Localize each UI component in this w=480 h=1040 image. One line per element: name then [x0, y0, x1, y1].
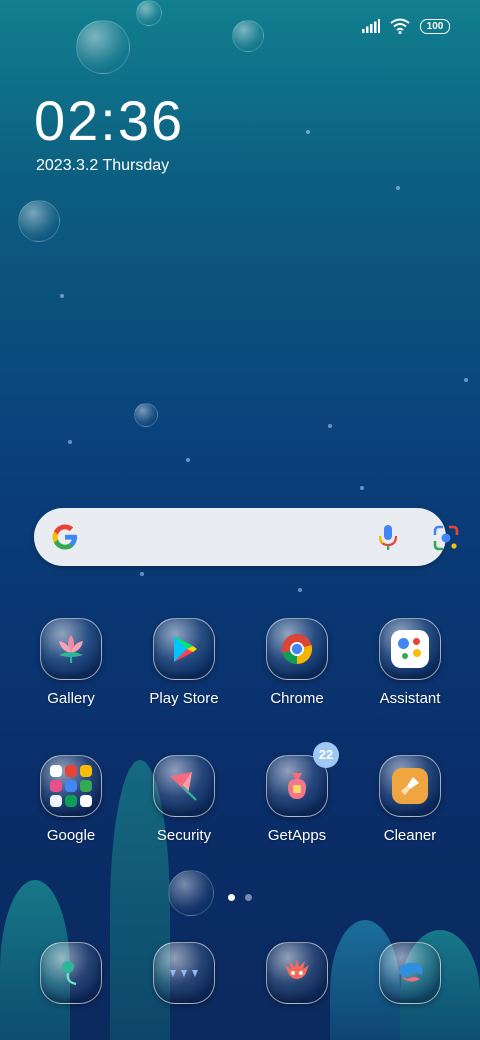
assistant-icon	[379, 618, 441, 680]
google-logo-icon	[52, 524, 77, 550]
signal-icon	[362, 19, 380, 33]
app-label: Cleaner	[383, 827, 437, 844]
app-cleaner[interactable]: Cleaner	[360, 755, 460, 844]
cleaner-brush-icon	[379, 755, 441, 817]
google-lens-icon[interactable]	[432, 524, 460, 552]
page-dot[interactable]	[245, 894, 252, 901]
chrome-icon	[266, 618, 328, 680]
status-bar: 100	[362, 18, 450, 34]
dock-app-camera[interactable]	[360, 942, 460, 1004]
dock-app-browser[interactable]	[247, 942, 347, 1004]
app-label: Assistant	[379, 690, 441, 707]
page-dot-active[interactable]	[228, 894, 235, 901]
dots-icon	[153, 942, 215, 1004]
google-search-bar[interactable]	[34, 508, 459, 566]
app-security[interactable]: Security	[134, 755, 234, 844]
clock-date[interactable]: 2023.3.2 Thursday	[36, 157, 169, 175]
app-assistant[interactable]: Assistant	[360, 618, 460, 707]
microphone-icon[interactable]	[376, 524, 400, 552]
page-indicator[interactable]	[0, 894, 480, 901]
clock-time[interactable]: 02:36	[34, 88, 184, 153]
dolphin-icon	[379, 942, 441, 1004]
app-chrome[interactable]: Chrome	[247, 618, 347, 707]
app-folder-google[interactable]: Google	[21, 755, 121, 844]
app-label: Play Store	[149, 690, 219, 707]
notification-badge: 22	[313, 742, 339, 768]
dock-app-phone[interactable]	[21, 942, 121, 1004]
security-umbrella-icon	[153, 755, 215, 817]
wifi-icon	[390, 18, 410, 34]
app-play-store[interactable]: Play Store	[134, 618, 234, 707]
dragon-icon	[266, 942, 328, 1004]
battery-indicator: 100	[420, 18, 450, 34]
dock-app-messages[interactable]	[134, 942, 234, 1004]
flower-sprout-icon	[40, 942, 102, 1004]
app-label: Chrome	[270, 690, 324, 707]
gallery-lotus-icon	[40, 618, 102, 680]
app-label: Gallery	[47, 690, 95, 707]
google-folder-icon	[40, 755, 102, 817]
app-label: GetApps	[267, 827, 327, 844]
app-label: Security	[156, 827, 212, 844]
app-label: Google	[46, 827, 96, 844]
app-getapps[interactable]: 22 GetApps	[247, 742, 347, 844]
app-gallery[interactable]: Gallery	[21, 618, 121, 707]
play-store-icon	[153, 618, 215, 680]
getapps-bag-icon: 22	[266, 742, 339, 817]
